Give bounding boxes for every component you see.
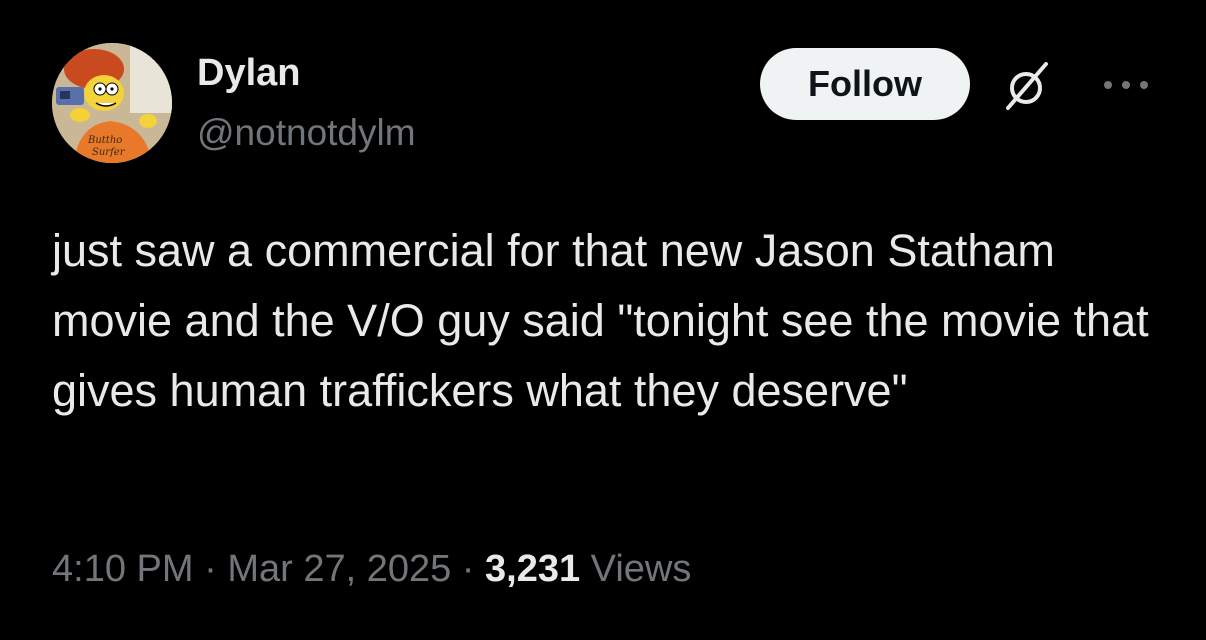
cartoon-character-avatar-icon: Buttho Surfer [52,43,172,163]
tweet-meta: 4:10 PM · Mar 27, 2025 · 3,231 Views [52,542,691,596]
tweet-date[interactable]: Mar 27, 2025 [227,548,451,590]
more-options-icon[interactable] [1098,70,1154,100]
meta-separator: · [193,548,228,590]
author-handle[interactable]: @notnotdylm [197,110,416,156]
avatar[interactable]: Buttho Surfer [52,43,172,163]
author-display-name[interactable]: Dylan [197,50,300,96]
tweet-text: just saw a commercial for that new Jason… [52,225,1149,416]
views-count[interactable]: 3,231 [485,548,580,590]
follow-button[interactable]: Follow [760,48,970,120]
meta-separator: · [451,548,486,590]
grok-icon[interactable] [1000,58,1056,114]
views-label[interactable]: Views [591,548,692,590]
tweet-card: Buttho Surfer Dylan @notnotdylm Follow j… [0,0,1206,640]
tweet-time[interactable]: 4:10 PM [52,548,194,590]
svg-text:Buttho: Buttho [87,135,122,146]
svg-text:Surfer: Surfer [92,147,126,158]
